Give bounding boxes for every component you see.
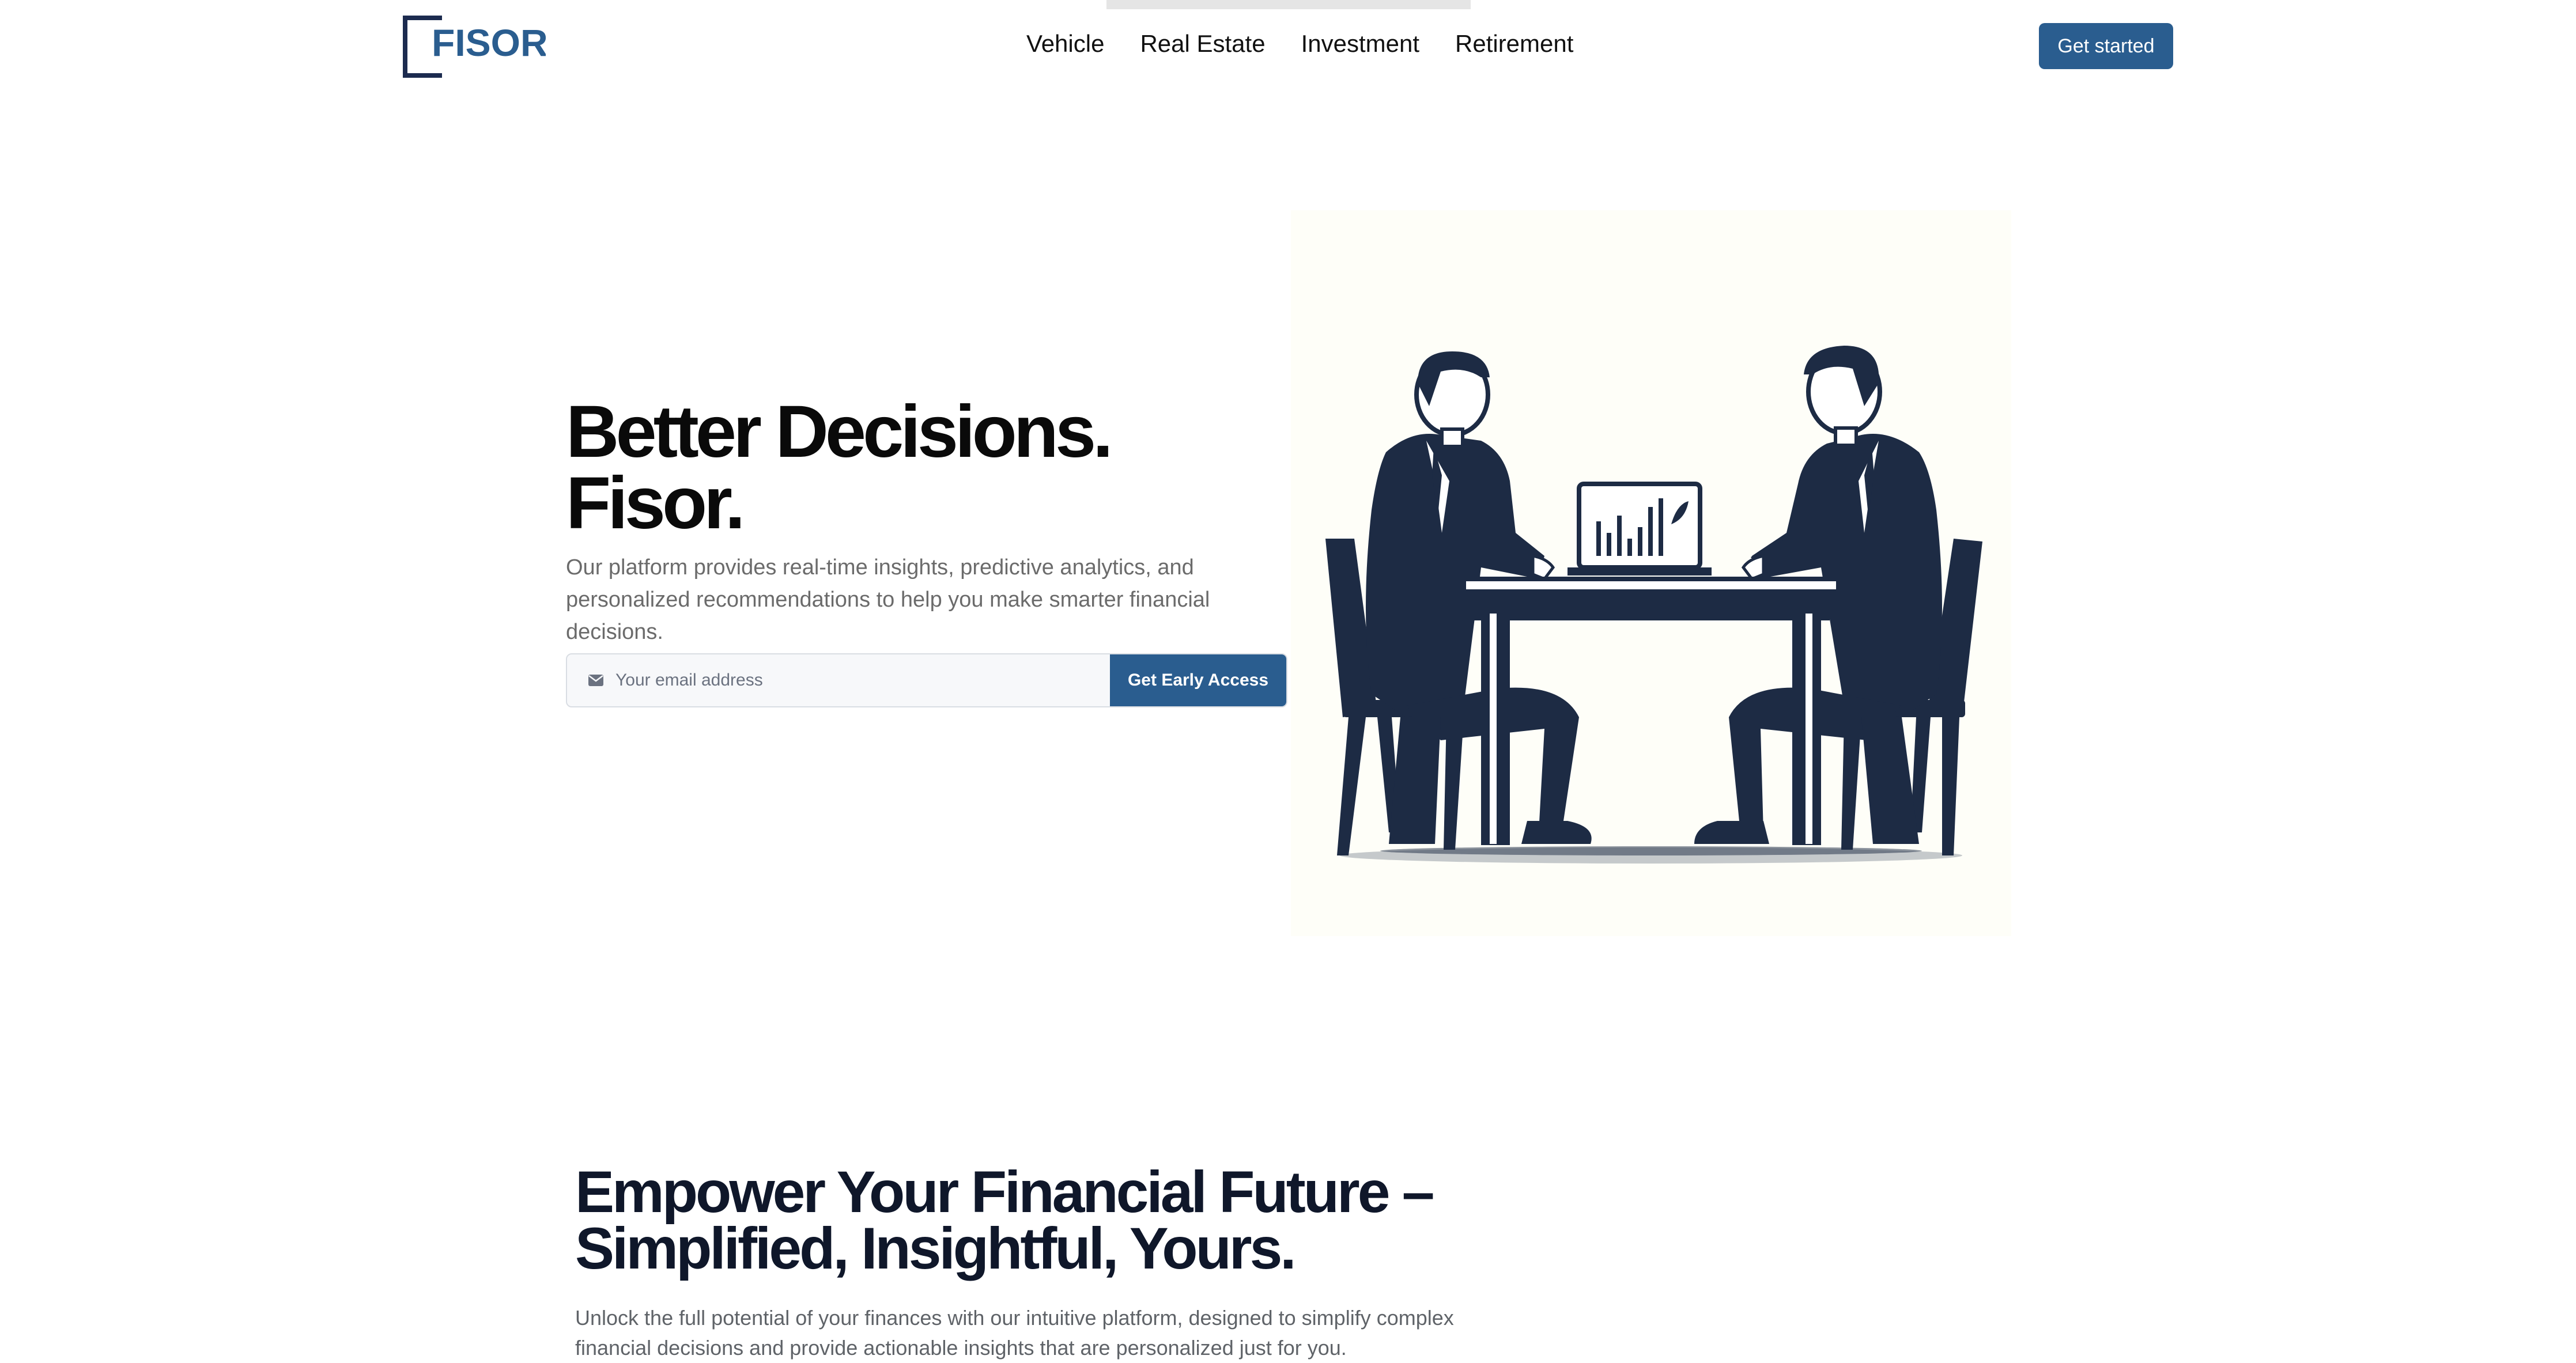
- hero-title-line-2: Fisor.: [566, 462, 745, 544]
- section-title-line-1: Empower Your Financial Future –: [575, 1159, 1435, 1225]
- logo-text: FISOR: [432, 21, 546, 64]
- section-title-line-2: Simplified, Insightful, Yours.: [575, 1216, 1297, 1281]
- section-description: Unlock the full potential of your financ…: [575, 1306, 1454, 1360]
- nav-item-retirement[interactable]: Retirement: [1455, 30, 1573, 58]
- hero-title: Better Decisions. Fisor.: [566, 391, 1315, 544]
- two-businessmen-at-table-illustration: [1291, 210, 2011, 936]
- laptop-with-chart: [1567, 482, 1712, 576]
- hero-title-line-1: Better Decisions.: [566, 391, 1113, 473]
- mail-icon: [588, 675, 603, 686]
- nav-item-real-estate[interactable]: Real Estate: [1140, 30, 1265, 58]
- nav-item-investment[interactable]: Investment: [1301, 30, 1419, 58]
- floor-shadow: [1340, 846, 1962, 864]
- top-scroll-indicator: [1106, 0, 1471, 9]
- email-input[interactable]: Your email address: [567, 654, 1110, 706]
- fisor-logo[interactable]: FISOR: [402, 16, 546, 78]
- illustration-svg: [1325, 346, 1982, 864]
- email-placeholder: Your email address: [615, 671, 763, 690]
- section-title: Empower Your Financial Future – Simplifi…: [575, 1159, 1497, 1281]
- get-started-button[interactable]: Get started: [2039, 23, 2173, 69]
- hero-description: Our platform provides real-time insights…: [566, 555, 1210, 644]
- email-signup-form: Your email address Get Early Access: [566, 653, 1287, 707]
- nav-item-vehicle[interactable]: Vehicle: [1026, 30, 1104, 58]
- get-early-access-button[interactable]: Get Early Access: [1110, 654, 1286, 706]
- main-nav: Vehicle Real Estate Investment Retiremen…: [1026, 30, 1573, 58]
